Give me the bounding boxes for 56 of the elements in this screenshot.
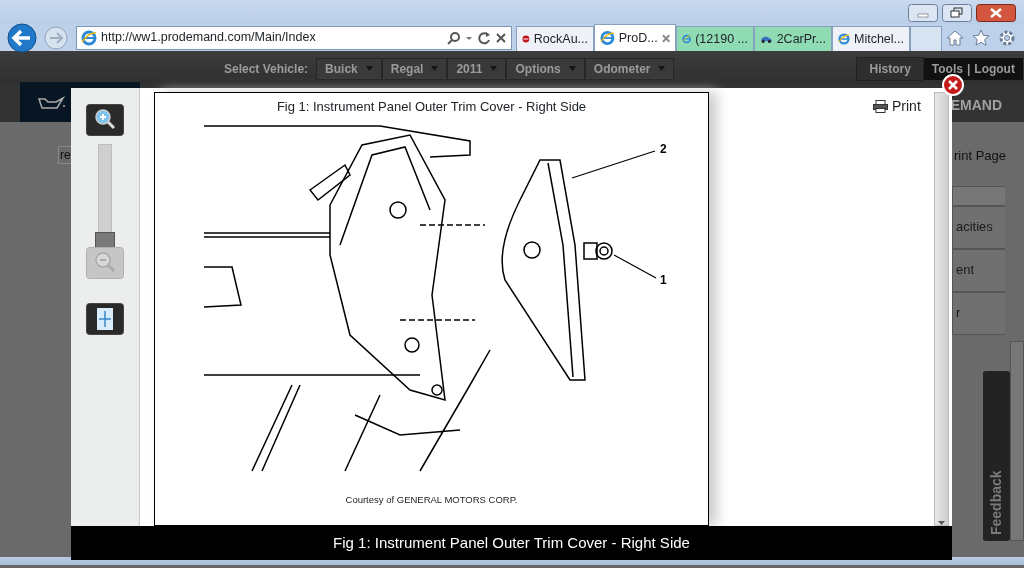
page-scrollbar[interactable]	[1010, 340, 1024, 541]
courtesy-text: Courtesy of GENERAL MOTORS CORP.	[345, 492, 518, 507]
menu-item[interactable]: ent	[952, 248, 1005, 292]
home-icon[interactable]	[946, 28, 964, 47]
restore-icon[interactable]	[942, 4, 972, 22]
close-icon[interactable]	[976, 4, 1016, 22]
fit-icon[interactable]	[86, 303, 124, 335]
browser-tab[interactable]: (12190 ...	[676, 26, 754, 51]
zoom-slider[interactable]	[98, 144, 112, 249]
search-icon[interactable]	[447, 30, 461, 45]
browser-tab[interactable]: 2CarPr...	[754, 26, 832, 51]
brand-text: EMAND	[950, 96, 1002, 115]
slider-thumb[interactable]	[95, 232, 115, 248]
vehicle-dropdown[interactable]: Odometer	[584, 57, 675, 80]
callout-number: 2	[660, 141, 667, 156]
caret-icon	[365, 66, 373, 71]
history-button[interactable]: History	[856, 56, 924, 81]
feedback-tab[interactable]: Feedback	[983, 370, 1010, 541]
back-icon[interactable]	[4, 22, 40, 53]
browser-tab[interactable]: Mitchel...	[832, 26, 910, 51]
caret-icon	[431, 66, 439, 71]
stop-icon[interactable]	[495, 31, 507, 44]
caption-text: Fig 1: Instrument Panel Outer Trim Cover - Right Side	[333, 532, 690, 553]
browser-icon	[81, 29, 97, 46]
viewer-scrollbar[interactable]	[933, 92, 949, 526]
caret-icon	[658, 66, 666, 71]
figure-title: Fig 1: Instrument Panel Outer Trim Cover - Right Side	[276, 98, 587, 116]
settings-icon[interactable]	[998, 28, 1016, 47]
printer-icon[interactable]	[873, 100, 888, 113]
arrow-down-icon[interactable]	[937, 521, 945, 525]
vehicle-dropdown[interactable]: Options	[506, 57, 585, 80]
star-icon[interactable]	[972, 28, 990, 47]
vehicle-dropdown[interactable]: 2011	[447, 57, 507, 80]
zoom-in-icon[interactable]	[86, 104, 124, 136]
menu-item[interactable]: acities	[952, 205, 1005, 249]
separator-text: |	[966, 60, 971, 78]
tools-link[interactable]: Tools	[931, 59, 963, 78]
menu-item[interactable]: r	[952, 291, 1005, 335]
logout-link[interactable]: Logout	[974, 59, 1015, 78]
callout-number: 1	[660, 272, 667, 287]
vehicle-dropdown[interactable]: Regal	[381, 57, 448, 80]
caret-icon	[490, 66, 498, 71]
oil-can-icon	[36, 94, 66, 110]
refresh-icon[interactable]	[477, 30, 491, 45]
print-page-link[interactable]: rint Page	[954, 146, 1024, 166]
minimize-icon[interactable]	[908, 4, 938, 22]
browser-tab[interactable]: ProD...	[594, 24, 676, 51]
vehicle-label: Select Vehicle:	[224, 60, 309, 78]
browser-icon	[600, 30, 615, 46]
caret-icon	[568, 66, 576, 71]
browser-icon	[838, 31, 850, 47]
vehicle-dropdown[interactable]: Buick	[316, 57, 382, 80]
print-button[interactable]: Print	[873, 96, 921, 117]
browser-tab[interactable]: RockAu...	[516, 26, 594, 51]
leader-line	[613, 253, 657, 279]
menu-header	[952, 185, 1005, 206]
